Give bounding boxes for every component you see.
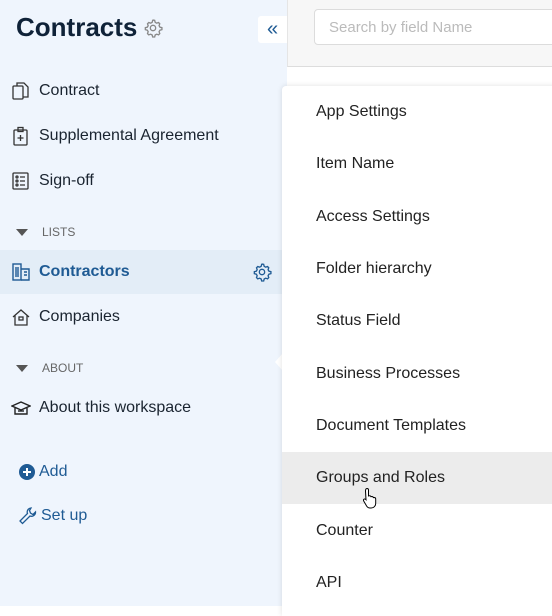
sidebar-item-companies[interactable]: Companies [0,295,283,339]
sidebar-item-about-workspace[interactable]: About this workspace [0,386,283,430]
checklist-icon [12,172,29,190]
menu-item-access-settings[interactable]: Access Settings [282,191,552,243]
add-button[interactable]: Add [18,463,67,481]
wrench-icon [19,507,37,525]
menu-item-app-settings[interactable]: App Settings [282,86,552,138]
section-label: ABOUT [42,361,84,375]
clipboard-plus-icon [13,126,28,146]
setup-button[interactable]: Set up [18,506,87,526]
sidebar-item-label: Contract [39,82,100,99]
caret-down-icon [16,228,28,236]
sidebar-item-label: About this workspace [39,399,192,416]
building-icon [12,263,30,281]
sidebar-item-label: Companies [39,308,120,325]
sidebar-item-label: Contractors [39,263,130,280]
add-label: Add [39,463,68,480]
settings-dropdown-menu: App Settings Item Name Access Settings F… [282,86,552,616]
setup-label: Set up [41,507,88,524]
menu-item-status-field[interactable]: Status Field [282,295,552,347]
menu-item-item-name[interactable]: Item Name [282,138,552,190]
section-label: LISTS [42,225,76,239]
menu-item-groups-and-roles[interactable]: Groups and Roles [282,452,552,505]
sidebar: Contracts « Contract Supplemental Agreem… [0,0,287,606]
sidebar-item-supplemental-agreement[interactable]: Supplemental Agreement [0,114,283,158]
sidebar-item-label: Supplemental Agreement [39,127,219,144]
caret-down-icon [16,364,28,372]
collapse-sidebar-button[interactable]: « [258,16,287,43]
sidebar-item-contractors[interactable]: Contractors [0,250,283,294]
menu-item-business-processes[interactable]: Business Processes [282,347,552,399]
hand-cursor-icon [362,487,377,509]
menu-item-counter[interactable]: Counter [282,504,552,556]
gear-icon[interactable] [252,262,272,282]
workspace-title-text: Contracts [16,12,138,42]
workspace-title: Contracts [16,12,163,43]
search-input[interactable] [314,9,552,45]
copy-icon [12,82,29,100]
section-header-about[interactable]: ABOUT [16,361,83,375]
menu-item-api[interactable]: API [282,557,552,609]
gear-icon[interactable] [143,18,163,38]
section-header-lists[interactable]: LISTS [16,225,75,239]
sidebar-item-label: Sign-off [39,172,94,189]
sidebar-item-sign-off[interactable]: Sign-off [0,159,283,203]
sidebar-item-contract[interactable]: Contract [0,69,283,113]
menu-item-document-templates[interactable]: Document Templates [282,400,552,452]
double-chevron-left-icon: « [266,18,279,40]
plus-circle-icon [19,464,35,480]
graduation-cap-icon [11,401,31,415]
menu-item-folder-hierarchy[interactable]: Folder hierarchy [282,243,552,295]
house-icon [12,309,30,326]
